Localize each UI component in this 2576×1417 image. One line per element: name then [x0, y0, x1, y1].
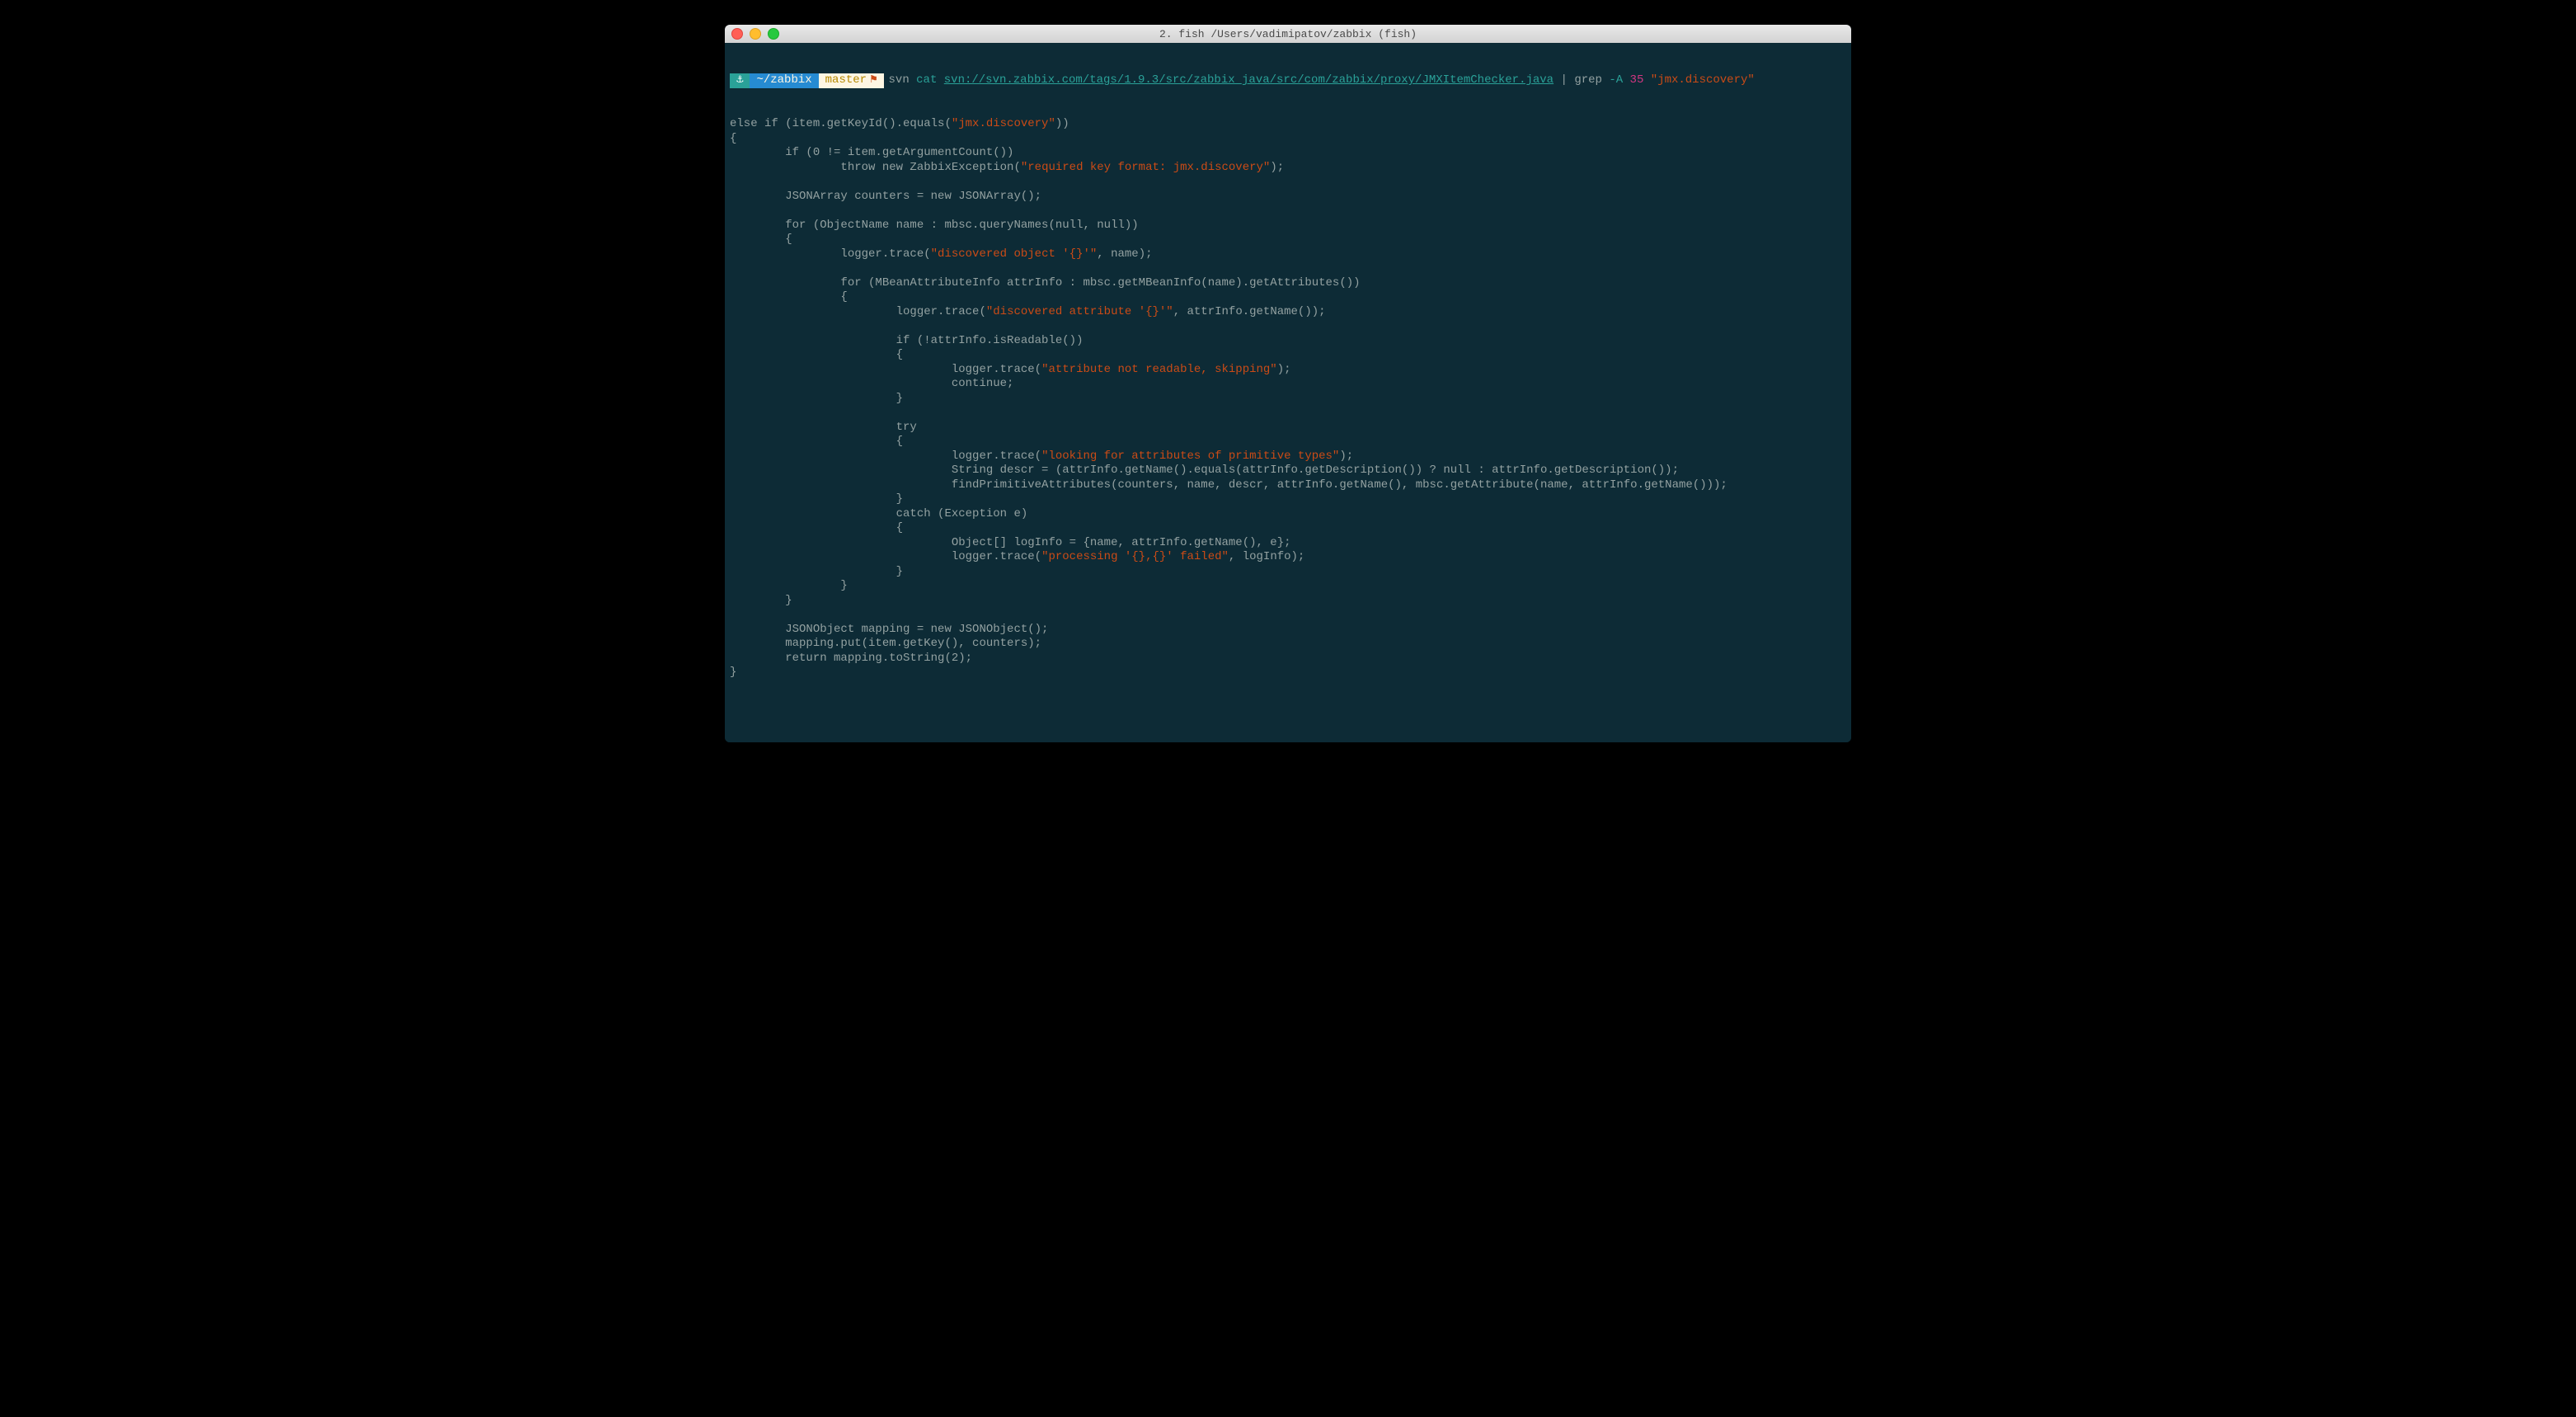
cmd-opt: -A — [1609, 73, 1623, 87]
terminal-body[interactable]: ⚓~/zabbixmaster⚑svn cat svn://svn.zabbix… — [725, 43, 1851, 742]
minimize-icon[interactable] — [750, 28, 761, 40]
cmd-grep: grep — [1574, 73, 1602, 87]
titlebar[interactable]: 2. fish /Users/vadimipatov/zabbix (fish) — [725, 25, 1851, 43]
window-controls — [731, 28, 779, 40]
command-line: svn cat svn://svn.zabbix.com/tags/1.9.3/… — [889, 73, 1755, 88]
close-icon[interactable] — [731, 28, 743, 40]
cmd-pattern: "jmx.discovery" — [1651, 73, 1755, 87]
flag-icon: ⚑ — [870, 73, 877, 88]
prompt-line: ⚓~/zabbixmaster⚑svn cat svn://svn.zabbix… — [730, 73, 1846, 88]
cmd-pipe: | — [1561, 73, 1568, 87]
cmd-cat: cat — [916, 73, 937, 87]
prompt-branch: master⚑ — [819, 73, 884, 88]
prompt-anchor-icon: ⚓ — [730, 73, 750, 88]
cmd-svn: svn — [889, 73, 910, 87]
zoom-icon[interactable] — [768, 28, 779, 40]
window-title: 2. fish /Users/vadimipatov/zabbix (fish) — [725, 28, 1851, 40]
terminal-output: else if (item.getKeyId().equals("jmx.dis… — [730, 117, 1846, 680]
terminal-window: 2. fish /Users/vadimipatov/zabbix (fish)… — [725, 25, 1851, 742]
branch-name: master — [825, 73, 867, 88]
cmd-num: 35 — [1630, 73, 1644, 87]
prompt-path: ~/zabbix — [750, 73, 818, 88]
cmd-url: svn://svn.zabbix.com/tags/1.9.3/src/zabb… — [944, 73, 1554, 87]
